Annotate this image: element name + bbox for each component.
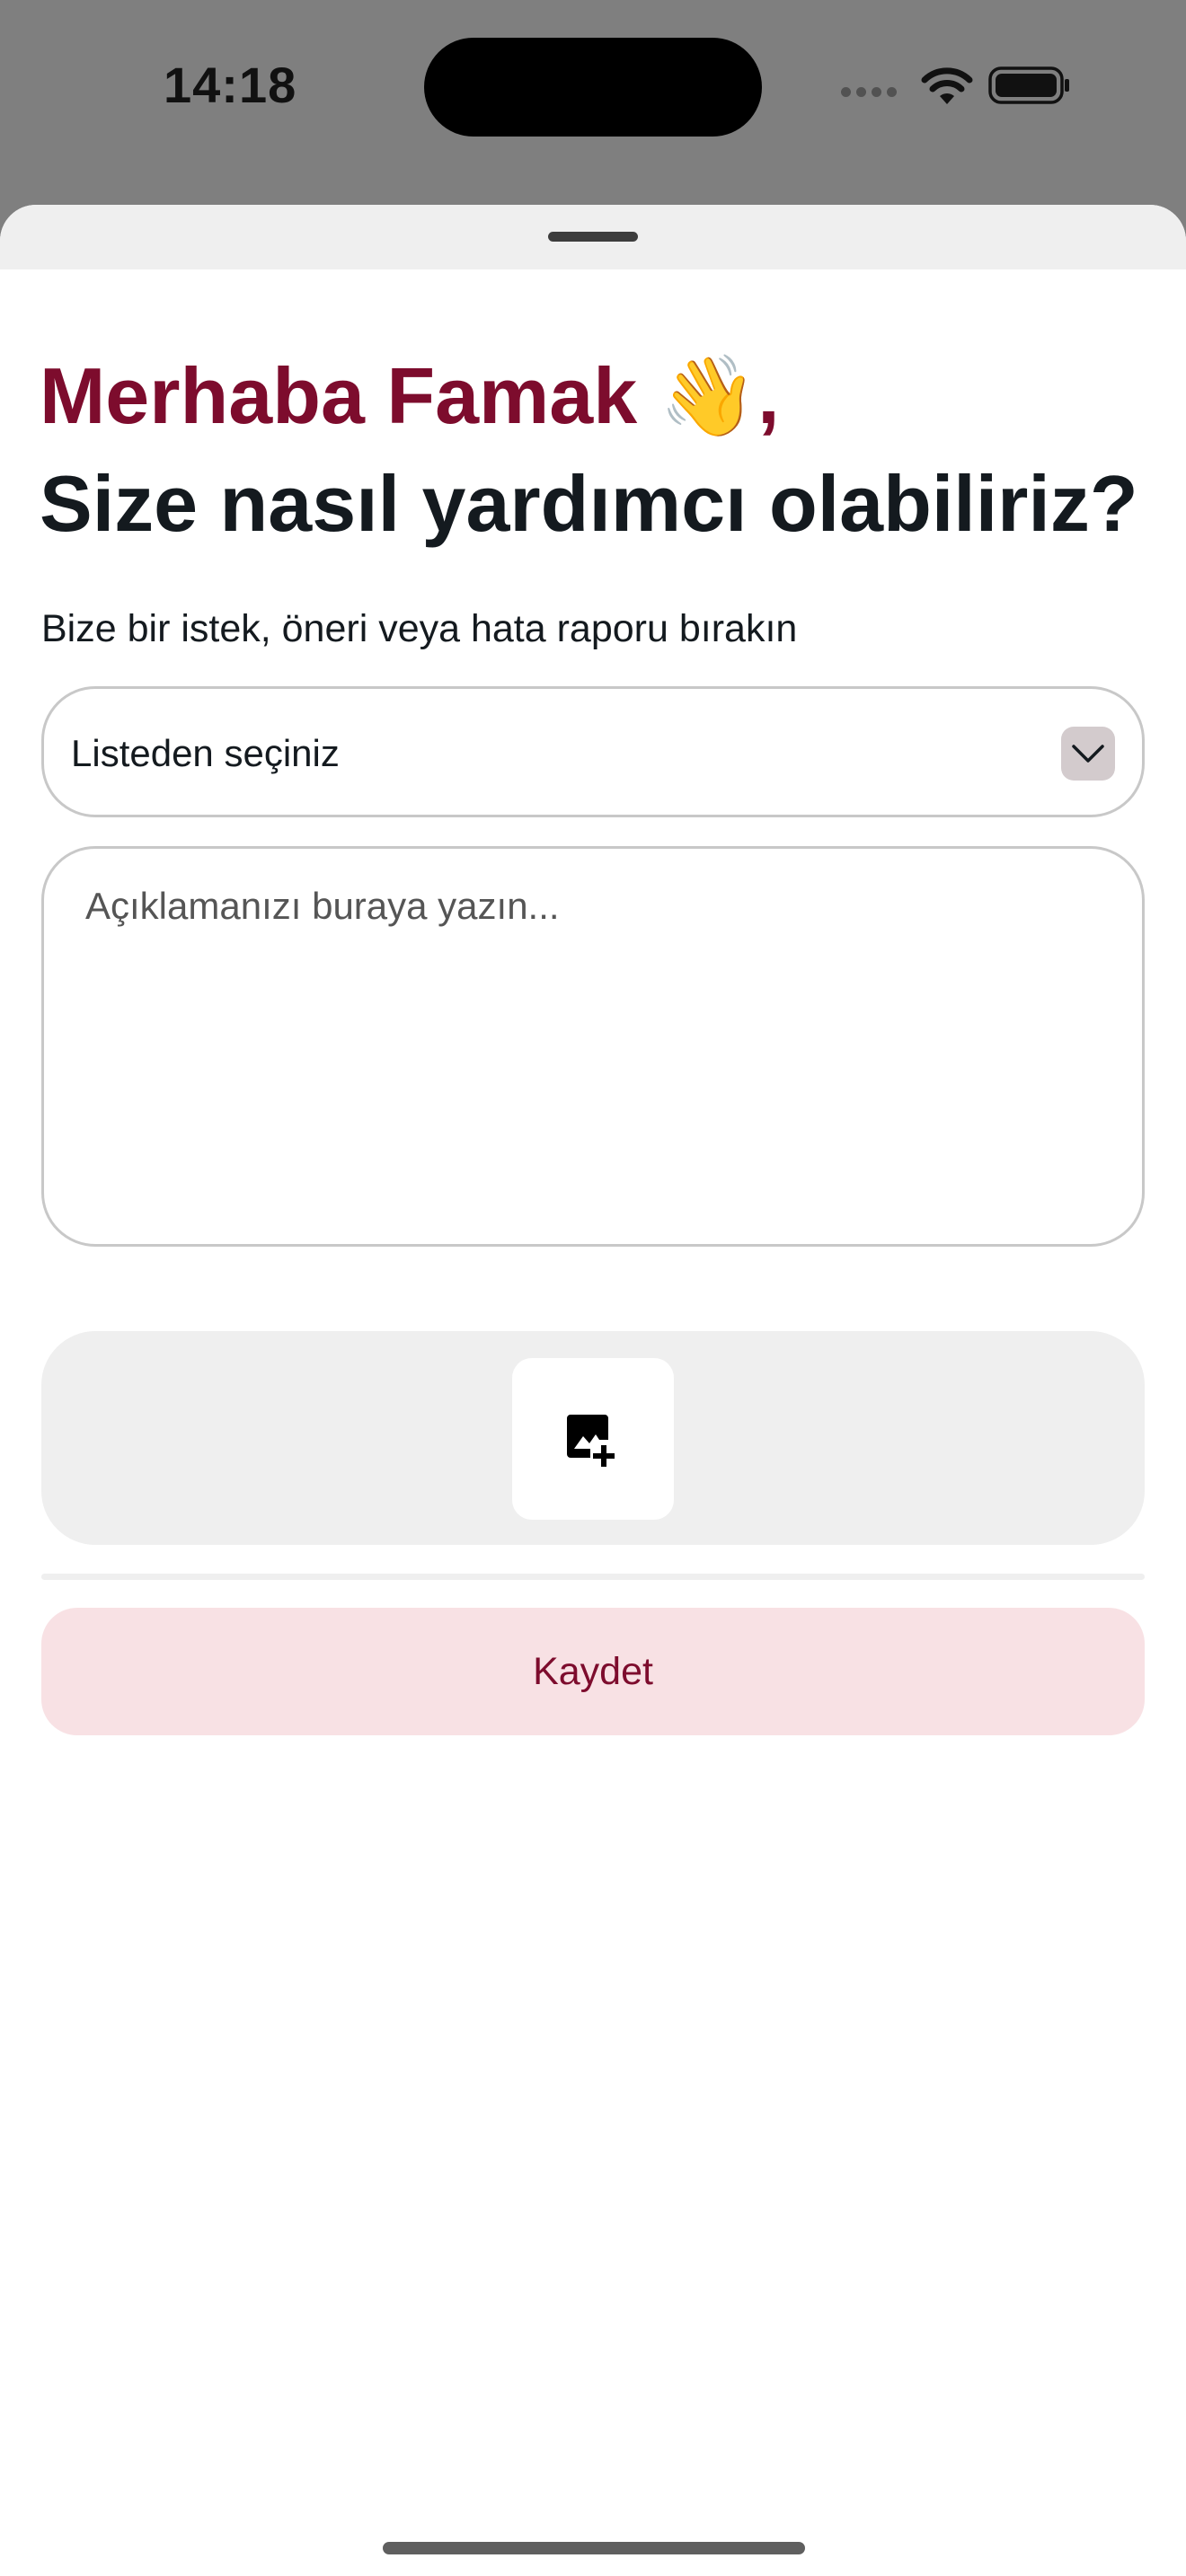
wifi-icon (921, 67, 973, 104)
chevron-down-icon[interactable] (1061, 727, 1115, 781)
home-indicator[interactable] (383, 2542, 805, 2554)
attachment-area (41, 1331, 1145, 1545)
feedback-sheet: Merhaba Famak 👋, Size nasıl yardımcı ola… (0, 205, 1186, 2576)
sheet-header (0, 205, 1186, 269)
description-placeholder: Açıklamanızı buraya yazın... (85, 885, 560, 927)
sheet-grabber[interactable] (548, 232, 638, 242)
battery-icon (988, 66, 1069, 104)
divider (41, 1574, 1145, 1580)
save-button[interactable]: Kaydet (41, 1608, 1145, 1735)
greeting-title: Merhaba Famak 👋, (40, 351, 780, 440)
category-select[interactable]: Listeden seçiniz (41, 686, 1145, 817)
category-select-value: Listeden seçiniz (71, 732, 340, 774)
add-photo-button[interactable] (512, 1358, 674, 1520)
status-icons (841, 63, 1071, 108)
description-textarea[interactable]: Açıklamanızı buraya yazın... (41, 846, 1145, 1247)
add-photo-icon (567, 1415, 615, 1467)
form-subtitle: Bize bir istek, öneri veya hata raporu b… (41, 607, 798, 650)
signal-dots-icon (841, 86, 897, 97)
status-time: 14:18 (164, 57, 297, 113)
status-bar: 14:18 (0, 0, 1186, 207)
help-question-title: Size nasıl yardımcı olabiliriz? (40, 459, 1138, 548)
dynamic-island (424, 38, 762, 137)
